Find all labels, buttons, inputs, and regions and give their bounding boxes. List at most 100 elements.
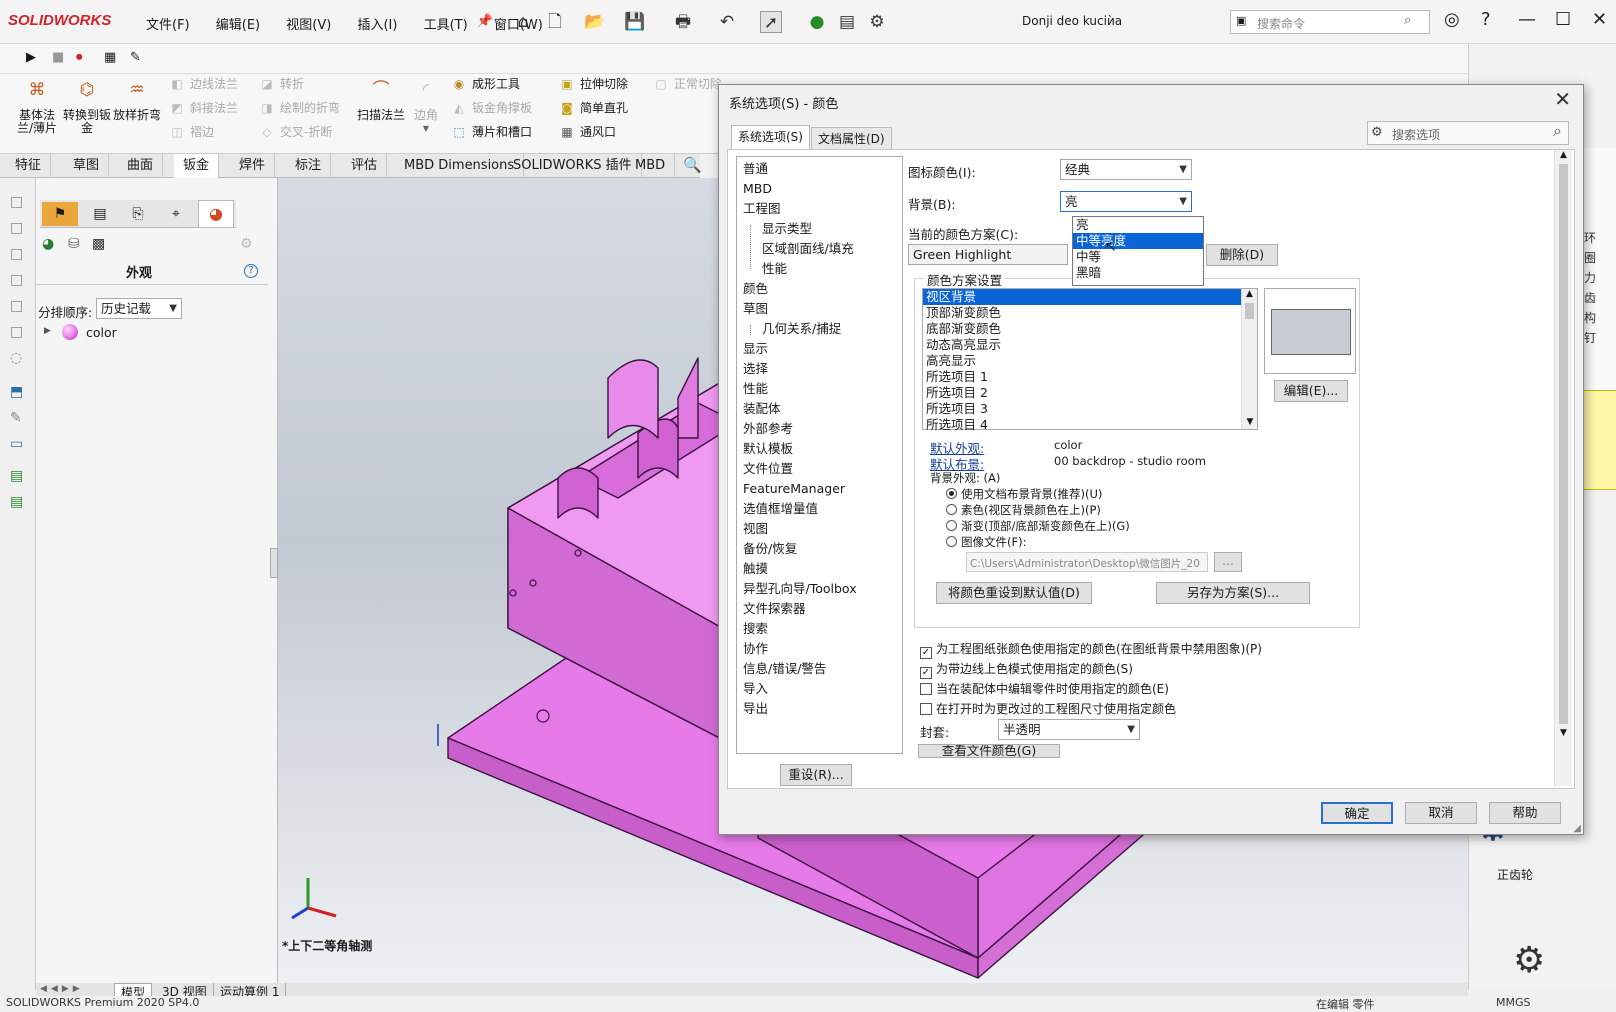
cross-break-button[interactable]: ◇ 交叉-折断 bbox=[258, 122, 332, 142]
tree-item[interactable]: 选值框增量值 bbox=[743, 499, 818, 518]
chevron-down-icon[interactable]: ▼ bbox=[1555, 728, 1572, 738]
tree-item[interactable]: 备份/恢复 bbox=[743, 539, 797, 558]
dropdown-option[interactable]: 亮 bbox=[1073, 217, 1203, 233]
image-path-input[interactable]: C:\Users\Administrator\Desktop\微信图片_20 bbox=[966, 552, 1208, 572]
tab-scroll-arrows-icon[interactable]: ◀◀▶▶ bbox=[40, 984, 84, 994]
strip-tool-icon[interactable]: ▤ bbox=[10, 494, 28, 512]
tab-surfaces[interactable]: 曲面 bbox=[118, 154, 164, 178]
normal-cut-button[interactable]: ▢ 正常切除 bbox=[652, 74, 722, 94]
edit-color-button[interactable]: 编辑(E)... bbox=[1274, 380, 1348, 402]
search-command-input[interactable]: 搜索命令 bbox=[1230, 10, 1430, 34]
scheme-item[interactable]: 顶部渐变颜色 bbox=[923, 305, 1257, 321]
strip-tool-icon[interactable]: □ bbox=[10, 220, 28, 238]
tree-item[interactable]: 工程图 bbox=[743, 199, 781, 218]
tree-item[interactable]: 外部参考 bbox=[743, 419, 793, 438]
menu-view[interactable]: 视图(V) bbox=[286, 18, 331, 33]
scheme-item[interactable]: 所选项目 4 bbox=[923, 417, 1257, 433]
envelope-select[interactable]: 半透明 ▼ bbox=[998, 719, 1140, 740]
swept-flange-button[interactable]: ⌒ 扫描法兰 bbox=[356, 82, 406, 122]
configuration-tab-icon[interactable]: ⎘ bbox=[120, 202, 156, 226]
strip-tool-icon[interactable]: □ bbox=[10, 324, 28, 342]
scheme-item[interactable]: 高亮显示 bbox=[923, 353, 1257, 369]
tab-sketch[interactable]: 草图 bbox=[64, 154, 110, 178]
tree-item-selected[interactable]: 颜色 bbox=[743, 279, 768, 298]
list-scrollbar[interactable]: ▲ ▼ bbox=[1241, 289, 1257, 429]
scheme-item[interactable]: 所选项目 3 bbox=[923, 401, 1257, 417]
chevron-up-icon[interactable]: ▲ bbox=[1555, 150, 1572, 160]
decal-icon[interactable]: ⛁ bbox=[68, 236, 80, 252]
tab-mbd[interactable]: MBD bbox=[626, 154, 676, 178]
open-folder-icon[interactable]: 📂 bbox=[584, 11, 606, 33]
chevron-down-icon[interactable]: ▼ bbox=[1242, 417, 1258, 427]
tree-item[interactable]: 性能 bbox=[743, 379, 768, 398]
strip-tool-icon[interactable]: ◌ bbox=[10, 350, 28, 368]
tree-item[interactable]: 草图 bbox=[743, 299, 768, 318]
tree-item[interactable]: 选择 bbox=[743, 359, 768, 378]
scheme-item[interactable]: 所选项目 2 bbox=[923, 385, 1257, 401]
radio-gradient[interactable]: 渐变(顶部/底部渐变颜色在上)(G) bbox=[946, 518, 1130, 534]
dropdown-option[interactable]: 黑暗 bbox=[1073, 265, 1203, 281]
tree-item[interactable]: 视图 bbox=[743, 519, 768, 538]
tree-item[interactable]: 文件位置 bbox=[743, 459, 793, 478]
print-icon[interactable]: 🖶 bbox=[672, 11, 694, 33]
record-macro-icon[interactable]: ⏺ bbox=[76, 50, 83, 65]
strip-tool-icon[interactable]: □ bbox=[10, 272, 28, 290]
extruded-cut-button[interactable]: ▣ 拉伸切除 bbox=[558, 74, 628, 94]
tree-item[interactable]: FeatureManager bbox=[743, 479, 845, 498]
reset-colors-button[interactable]: 将颜色重设到默认值(D) bbox=[936, 582, 1092, 604]
dropdown-option-highlighted[interactable]: 中等亮度 bbox=[1073, 233, 1203, 249]
browse-button[interactable]: ... bbox=[1214, 552, 1242, 572]
strip-tool-icon[interactable]: ⬒ bbox=[10, 384, 28, 402]
forming-tool-button[interactable]: ◉ 成形工具 bbox=[450, 74, 520, 94]
new-document-icon[interactable]: 🗋 bbox=[544, 11, 566, 33]
vent-button[interactable]: ▦ 通风口 bbox=[558, 122, 616, 142]
traffic-light-icon[interactable]: ● bbox=[806, 11, 828, 33]
tree-item[interactable]: 协作 bbox=[743, 639, 768, 658]
resize-grip-icon[interactable]: ◢ bbox=[1573, 823, 1581, 834]
jog-button[interactable]: ◪ 转折 bbox=[258, 74, 304, 94]
ok-button[interactable]: 确定 bbox=[1321, 802, 1393, 824]
scheme-items-list[interactable]: 视区背景 顶部渐变颜色 底部渐变颜色 动态高亮显示 高亮显示 所选项目 1 所选… bbox=[922, 288, 1258, 433]
edit-macro-icon[interactable]: ✎ bbox=[130, 50, 141, 65]
background-select[interactable]: 亮 ▼ bbox=[1060, 191, 1192, 212]
menu-edit[interactable]: 编辑(E) bbox=[216, 18, 260, 33]
file-properties-icon[interactable]: ▤ bbox=[836, 11, 858, 33]
tab-markup[interactable]: 标注 bbox=[286, 154, 332, 178]
zoom-icon[interactable]: 🔍 bbox=[683, 156, 702, 174]
new-macro-icon[interactable]: ▦ bbox=[104, 50, 116, 65]
tree-item[interactable]: 信息/错误/警告 bbox=[743, 659, 826, 678]
tree-item[interactable]: 默认模板 bbox=[743, 439, 793, 458]
save-as-scheme-button[interactable]: 另存为方案(S)... bbox=[1156, 582, 1310, 604]
expand-arrow-icon[interactable]: ▶ bbox=[44, 326, 51, 336]
play-macro-icon[interactable]: ▶ bbox=[26, 50, 36, 65]
search-icon[interactable]: ⌕ bbox=[1404, 13, 1411, 28]
base-flange-button[interactable]: ⌘ 基体法兰/薄片 bbox=[12, 82, 62, 135]
stop-macro-icon[interactable]: ■ bbox=[52, 50, 64, 65]
delete-scheme-button[interactable]: 删除(D) bbox=[1206, 244, 1278, 266]
help-button[interactable]: 帮助 bbox=[1489, 802, 1561, 824]
strip-tool-icon[interactable]: □ bbox=[10, 246, 28, 264]
scheme-item-selected[interactable]: 视区背景 bbox=[923, 289, 1257, 305]
checkbox-edges-shaded[interactable]: ✓ 为带边线上色模式使用指定的颜色(S) bbox=[920, 660, 1133, 679]
tab-document-properties[interactable]: 文档属性(D) bbox=[811, 127, 892, 149]
close-window-icon[interactable]: ✕ bbox=[1592, 9, 1607, 30]
user-icon[interactable]: ◎ bbox=[1444, 9, 1460, 30]
select-arrow-icon[interactable]: ➚ bbox=[760, 11, 782, 33]
panel-collapse-handle[interactable] bbox=[270, 548, 278, 578]
lofted-bend-button[interactable]: ♒ 放样折弯 bbox=[112, 82, 162, 122]
status-units[interactable]: MMGS bbox=[1496, 996, 1531, 1009]
menu-insert[interactable]: 插入(I) bbox=[357, 18, 397, 33]
appearance-tab-icon[interactable]: ◕ bbox=[198, 200, 234, 228]
reset-options-button[interactable]: 重设(R)... bbox=[780, 764, 852, 786]
strip-tool-icon[interactable]: ✎ bbox=[10, 410, 28, 428]
appearance-filter-icon[interactable]: ◕ bbox=[42, 236, 54, 252]
settings-icon[interactable]: ⚙ bbox=[240, 236, 253, 252]
sort-order-select[interactable]: 历史记载 ▼ bbox=[96, 298, 182, 319]
tree-item[interactable]: 异型孔向导/Toolbox bbox=[743, 579, 857, 598]
tab-sheet-metal[interactable]: 钣金 bbox=[174, 154, 220, 178]
dropdown-option[interactable]: 中等 bbox=[1073, 249, 1203, 265]
save-icon[interactable]: 💾 bbox=[624, 11, 646, 33]
featuremanager-tab-icon[interactable]: ⚑ bbox=[42, 202, 78, 226]
home-icon[interactable]: ⌂ bbox=[512, 11, 534, 33]
icon-color-select[interactable]: 经典 ▼ bbox=[1060, 159, 1192, 180]
